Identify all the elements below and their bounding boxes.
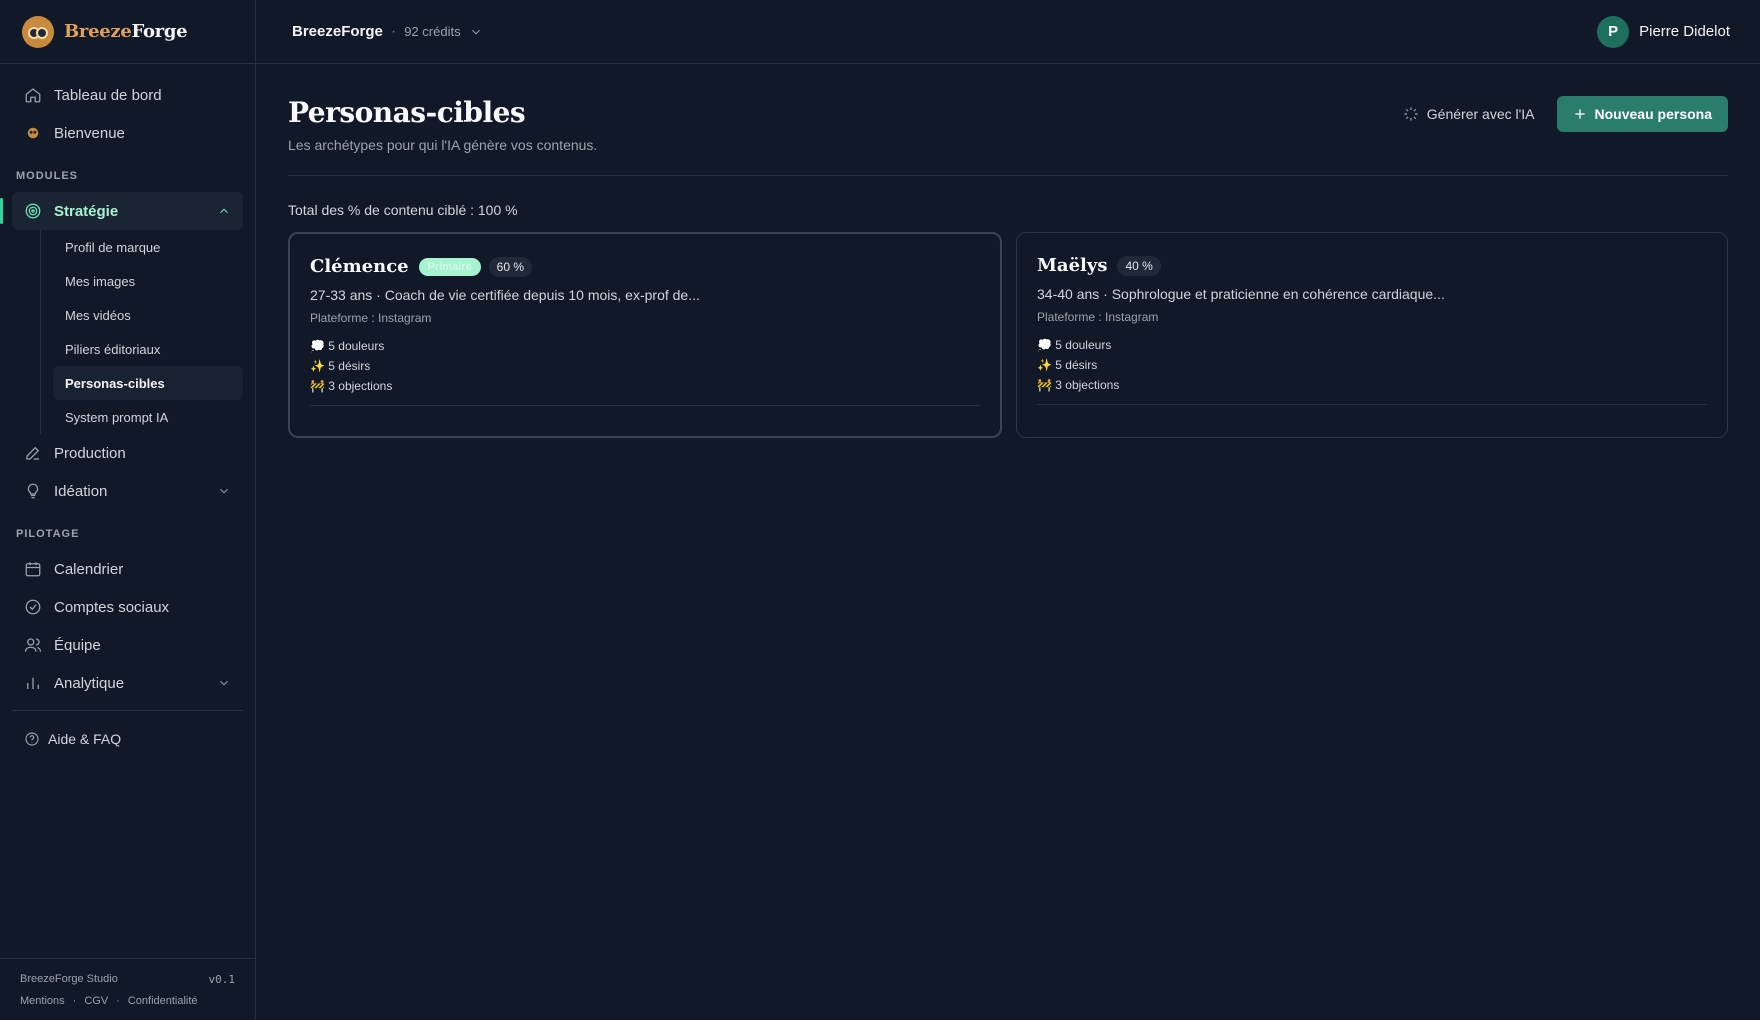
sidebar-item-personas-cibles[interactable]: Personas-cibles	[53, 366, 243, 400]
sidebar-item-analytique[interactable]: Analytique	[12, 664, 243, 702]
card-divider	[1037, 404, 1707, 405]
logo-text: BreezeForge	[64, 21, 188, 42]
sidebar-item-tableau-de-bord[interactable]: Tableau de bord	[12, 76, 243, 114]
persona-description: 27-33 ans · Coach de vie certifiée depui…	[310, 287, 700, 303]
desires-count: ✨ 5 désirs	[1037, 358, 1098, 372]
topbar: BreezeForge · 92 crédits P Pierre Didelo…	[256, 0, 1760, 64]
page-subtitle: Les archétypes pour qui l'IA génère vos …	[288, 137, 598, 153]
user-name: Pierre Didelot	[1639, 23, 1730, 40]
home-icon	[25, 88, 41, 103]
persona-platform: Plateforme : Instagram	[1037, 310, 1159, 324]
link-separator: ·	[116, 995, 120, 1007]
percent-badge: 40 %	[1117, 255, 1161, 276]
link-separator: ·	[72, 995, 77, 1007]
sidebar-footer: BreezeForge Studio v0.1 Mentions · CGV ·…	[0, 958, 255, 1020]
sidebar-item-label: Calendrier	[54, 560, 124, 578]
sidebar-item-ideation[interactable]: Idéation	[12, 472, 243, 510]
pains-count: 💭 5 douleurs	[310, 339, 385, 353]
main-area: BreezeForge · 92 crédits P Pierre Didelo…	[256, 0, 1760, 1020]
owl-logo-icon	[22, 15, 54, 48]
version-label: v0.1	[208, 973, 236, 986]
page-content: Personas-cibles Les archétypes pour qui …	[256, 64, 1760, 438]
sidebar-item-strategie[interactable]: Stratégie	[0, 192, 243, 230]
sidebar-item-label: Analytique	[54, 674, 125, 692]
loader-icon	[1404, 107, 1418, 121]
page-title: Personas-cibles	[288, 96, 526, 129]
pencil-icon	[26, 446, 40, 460]
persona-card[interactable]: Maëlys 40 % 34-40 ans · Sophrologue et p…	[1016, 232, 1728, 438]
card-divider	[310, 405, 980, 406]
sidebar-item-label: Bienvenue	[54, 124, 125, 142]
sidebar-divider	[12, 710, 243, 711]
section-modules: MODULES	[16, 170, 78, 182]
sidebar-item-label: Équipe	[54, 636, 101, 654]
plus-icon	[1574, 109, 1585, 119]
calendar-icon	[25, 562, 41, 577]
credits-badge[interactable]: 92 crédits	[404, 24, 460, 39]
page-actions: Générer avec l'IA Nouveau persona	[1403, 96, 1728, 132]
persona-list: Clémence Primaire 60 % 27-33 ans · Coach…	[288, 232, 1728, 438]
owl-icon	[27, 127, 39, 139]
help-label: Aide & FAQ	[48, 731, 122, 747]
sidebar-item-system-prompt[interactable]: System prompt IA	[53, 400, 243, 434]
sidebar-nav: Tableau de bord Bienvenue	[0, 64, 255, 152]
lightbulb-icon	[27, 483, 39, 499]
users-icon	[24, 638, 42, 652]
link-mentions[interactable]: Mentions	[20, 995, 65, 1007]
persona-name: Clémence	[310, 256, 409, 277]
bar-chart-icon	[27, 677, 39, 689]
sidebar-item-label: Idéation	[54, 482, 108, 500]
link-confidentialite[interactable]: Confidentialité	[128, 995, 198, 1007]
percent-badge: 60 %	[488, 256, 533, 277]
sidebar-item-label: Stratégie	[54, 202, 119, 220]
primary-badge: Primaire	[418, 257, 481, 276]
link-cgv[interactable]: CGV	[84, 995, 108, 1007]
sidebar-item-piliers-editoriaux[interactable]: Piliers éditoriaux	[53, 332, 243, 366]
new-persona-label: Nouveau persona	[1594, 106, 1712, 122]
generate-ai-button[interactable]: Générer avec l'IA	[1403, 96, 1535, 132]
sidebar-item-label: Comptes sociaux	[54, 598, 170, 616]
pains-count: 💭 5 douleurs	[1037, 338, 1112, 352]
sidebar-item-calendrier[interactable]: Calendrier	[12, 550, 243, 588]
sidebar: BreezeForge Tableau de bord Bienvenue MO…	[0, 0, 256, 1020]
chevron-down-icon	[220, 488, 228, 494]
studio-name: BreezeForge Studio	[20, 973, 118, 985]
section-pilotage: PILOTAGE	[16, 528, 80, 540]
generate-ai-label: Générer avec l'IA	[1426, 106, 1535, 122]
sidebar-item-bienvenue[interactable]: Bienvenue	[12, 114, 243, 152]
objections-count: 🚧 3 objections	[1037, 378, 1120, 392]
page-header: Personas-cibles Les archétypes pour qui …	[288, 96, 1728, 176]
separator-dot: ·	[390, 22, 397, 40]
new-persona-button[interactable]: Nouveau persona	[1556, 96, 1728, 132]
logo[interactable]: BreezeForge	[0, 0, 255, 64]
chevron-down-icon	[220, 680, 228, 686]
sidebar-item-label: Production	[54, 444, 126, 462]
sidebar-item-mes-videos[interactable]: Mes vidéos	[53, 298, 243, 332]
target-icon	[25, 203, 41, 219]
check-circle-icon	[25, 599, 41, 615]
sidebar-item-equipe[interactable]: Équipe	[12, 626, 243, 664]
avatar: P	[1597, 15, 1630, 48]
strategie-submenu: Profil de marque Mes images Mes vidéos P…	[40, 230, 243, 434]
sidebar-item-production[interactable]: Production	[12, 434, 243, 472]
sidebar-item-label: Tableau de bord	[54, 86, 162, 104]
persona-description: 34-40 ans · Sophrologue et praticienne e…	[1037, 286, 1445, 302]
persona-platform: Plateforme : Instagram	[310, 311, 432, 325]
help-circle-icon	[25, 732, 39, 746]
chevron-up-icon	[220, 208, 228, 214]
sidebar-item-mes-images[interactable]: Mes images	[53, 264, 243, 298]
total-percentage: Total des % de contenu ciblé : 100 %	[288, 202, 518, 218]
chevron-down-icon[interactable]	[469, 25, 483, 39]
persona-name: Maëlys	[1037, 255, 1108, 276]
objections-count: 🚧 3 objections	[310, 379, 393, 393]
desires-count: ✨ 5 désirs	[310, 359, 371, 373]
persona-card[interactable]: Clémence Primaire 60 % 27-33 ans · Coach…	[288, 232, 1002, 438]
user-menu[interactable]: P Pierre Didelot	[1597, 15, 1730, 48]
sidebar-item-profil-de-marque[interactable]: Profil de marque	[53, 230, 243, 264]
workspace-name[interactable]: BreezeForge	[292, 23, 383, 40]
sidebar-item-comptes-sociaux[interactable]: Comptes sociaux	[12, 588, 243, 626]
help-link[interactable]: Aide & FAQ	[0, 719, 255, 759]
